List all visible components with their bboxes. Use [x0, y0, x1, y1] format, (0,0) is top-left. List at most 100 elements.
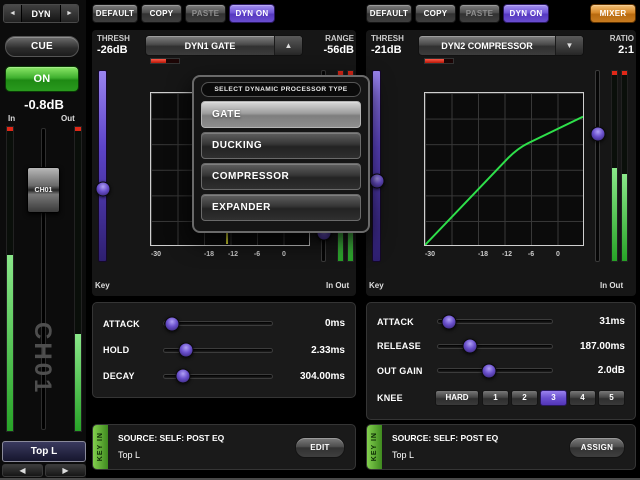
dyn2-attack-slider[interactable]	[437, 319, 553, 324]
dyn2-release-slider[interactable]	[437, 344, 553, 349]
dyn2-keyin-panel: KEY IN SOURCE: SELF: POST EQ Top L ASSIG…	[366, 424, 636, 470]
channel-name-button[interactable]: Top L	[2, 441, 86, 462]
dyn1-paste-button[interactable]: PASTE	[185, 4, 226, 23]
knee-option-1[interactable]: 1	[482, 390, 509, 406]
fader-handle[interactable]: CH01	[27, 167, 60, 213]
dyn2-scale-tick: -30	[419, 251, 441, 258]
dyn1-decay-knob[interactable]	[176, 369, 191, 384]
dyn1-attack-value: 0ms	[279, 318, 345, 329]
dyn2-attack-row: ATTACK 31ms	[377, 316, 625, 327]
tab-next-arrow-icon[interactable]: ►	[61, 5, 78, 22]
dyn1-attack-label: ATTACK	[103, 319, 161, 329]
dyn2-outgain-knob[interactable]	[482, 363, 497, 378]
dyn2-outgain-label: OUT GAIN	[377, 366, 435, 376]
dyn1-attack-knob[interactable]	[164, 316, 179, 331]
dyn2-keyin-assign-button[interactable]: ASSIGN	[569, 437, 625, 458]
dyn2-scale-tick: -12	[496, 251, 518, 258]
dyn1-threshold-slider[interactable]	[98, 70, 107, 262]
dyn2-outgain-slider[interactable]	[437, 368, 553, 373]
dyn1-hold-value: 2.33ms	[279, 345, 345, 356]
dyn2-key-meter-label: Key	[369, 281, 384, 290]
in-meter-label: In	[8, 114, 15, 123]
fader-level-readout: -0.8dB	[0, 97, 88, 112]
next-channel-button[interactable]: ▶	[45, 464, 86, 477]
dyn2-attack-label: ATTACK	[377, 317, 435, 327]
dyn1-params-panel: ATTACK 0ms HOLD 2.33ms DECAY 304.00ms	[92, 302, 356, 398]
mixer-button[interactable]: MIXER	[590, 4, 636, 23]
in-meter-fill	[7, 255, 13, 431]
dyn1-key-meter-label: Key	[95, 281, 110, 290]
dyn1-decay-value: 304.00ms	[279, 371, 345, 382]
dyn1-keyin-edit-button[interactable]: EDIT	[295, 437, 345, 458]
dyn2-in-meter-fill	[612, 168, 617, 261]
out-meter-label: Out	[61, 114, 75, 123]
dyn1-keyin-channel: Top L	[118, 450, 140, 460]
dyn2-threshold-slider[interactable]	[372, 70, 381, 262]
dyn2-keyin-tab: KEY IN	[367, 425, 382, 469]
dyn2-attack-knob[interactable]	[442, 314, 457, 329]
dyn1-thresh-value: -26dB	[97, 44, 128, 56]
dynamics-editor-screen: ◄ DYN ► CUE ON -0.8dB In Out CH01 CH01 T…	[0, 0, 640, 480]
dyn2-outgain-row: OUT GAIN 2.0dB	[377, 365, 625, 376]
dyn1-hold-slider[interactable]	[163, 348, 273, 353]
dyn2-default-button[interactable]: DEFAULT	[366, 4, 412, 23]
dyn1-scale-tick: -30	[145, 251, 167, 258]
dyn1-default-button[interactable]: DEFAULT	[92, 4, 138, 23]
dyn2-ratio-label: RATIO	[586, 34, 634, 43]
dyn2-params-panel: ATTACK 31ms RELEASE 187.00ms OUT GAIN 2.…	[366, 302, 636, 420]
dyn2-type-selector[interactable]: DYN2 COMPRESSOR ▼	[418, 35, 584, 56]
dyn1-decay-label: DECAY	[103, 371, 161, 381]
popup-item-gate[interactable]: GATE	[201, 101, 361, 128]
dyn2-attack-value: 31ms	[559, 316, 625, 327]
dyn1-scale-tick: -6	[246, 251, 268, 258]
channel-in-meter	[6, 126, 14, 432]
dyn2-release-knob[interactable]	[462, 339, 477, 354]
dyn2-copy-button[interactable]: COPY	[415, 4, 456, 23]
knee-hard-button[interactable]: HARD	[435, 390, 479, 406]
dyn1-attack-slider[interactable]	[163, 321, 273, 326]
dyn1-gain-reduction-meter	[150, 58, 180, 64]
dyn2-knee-row: KNEE HARD 1 2 3 4 5	[377, 390, 625, 406]
dyn1-keyin-source: SOURCE: SELF: POST EQ	[118, 433, 224, 443]
dyn1-decay-slider[interactable]	[163, 374, 273, 379]
dyn2-gr-fill	[425, 59, 444, 63]
popup-item-ducking[interactable]: DUCKING	[201, 132, 361, 159]
dyn1-type-open-arrow-icon[interactable]: ▲	[274, 36, 302, 55]
dyn1-hold-knob[interactable]	[178, 343, 193, 358]
channel-on-button[interactable]: ON	[5, 66, 79, 92]
dyn1-range-label: RANGE	[306, 34, 354, 43]
knee-option-2[interactable]: 2	[511, 390, 538, 406]
tab-prev-arrow-icon[interactable]: ◄	[4, 5, 21, 22]
dyn2-release-value: 187.00ms	[559, 341, 625, 352]
dyn1-scale-tick: 0	[273, 251, 295, 258]
dyn2-scale-tick: -6	[520, 251, 542, 258]
knee-option-5[interactable]: 5	[598, 390, 625, 406]
knee-option-3[interactable]: 3	[540, 390, 567, 406]
dyn2-ratio-slider[interactable]	[595, 70, 600, 262]
dyn2-ratio-knob[interactable]	[590, 126, 605, 141]
dyn2-threshold-knob[interactable]	[369, 174, 384, 189]
dyn1-type-label: DYN1 GATE	[146, 36, 274, 55]
dyn2-paste-button[interactable]: PASTE	[459, 4, 500, 23]
dyn1-copy-button[interactable]: COPY	[141, 4, 182, 23]
dyn2-out-clip-indicator	[622, 71, 627, 75]
popup-item-expander[interactable]: EXPANDER	[201, 194, 361, 221]
dyn1-scale-tick: -12	[222, 251, 244, 258]
tab-dyn-label[interactable]: DYN	[21, 5, 61, 22]
popup-title: SELECT DYNAMIC PROCESSOR TYPE	[201, 82, 361, 97]
dyn1-attack-row: ATTACK 0ms	[103, 318, 345, 329]
dyn2-on-button[interactable]: DYN ON	[503, 4, 549, 23]
cue-button[interactable]: CUE	[5, 36, 79, 57]
dyn1-threshold-knob[interactable]	[95, 181, 110, 196]
knee-option-4[interactable]: 4	[569, 390, 596, 406]
dyn2-scale-tick: 0	[547, 251, 569, 258]
channel-strip-sidebar: ◄ DYN ► CUE ON -0.8dB In Out CH01 CH01 T…	[0, 0, 88, 480]
dyn2-knee-label: KNEE	[377, 393, 435, 403]
popup-item-compressor[interactable]: COMPRESSOR	[201, 163, 361, 190]
dyn2-keyin-tab-label: KEY IN	[371, 432, 378, 461]
dyn1-on-button[interactable]: DYN ON	[229, 4, 275, 23]
dyn1-type-selector[interactable]: DYN1 GATE ▲	[145, 35, 303, 56]
dyn2-ratio-value: 2:1	[586, 44, 634, 56]
prev-channel-button[interactable]: ◀	[2, 464, 43, 477]
dyn2-type-open-arrow-icon[interactable]: ▼	[555, 36, 583, 55]
